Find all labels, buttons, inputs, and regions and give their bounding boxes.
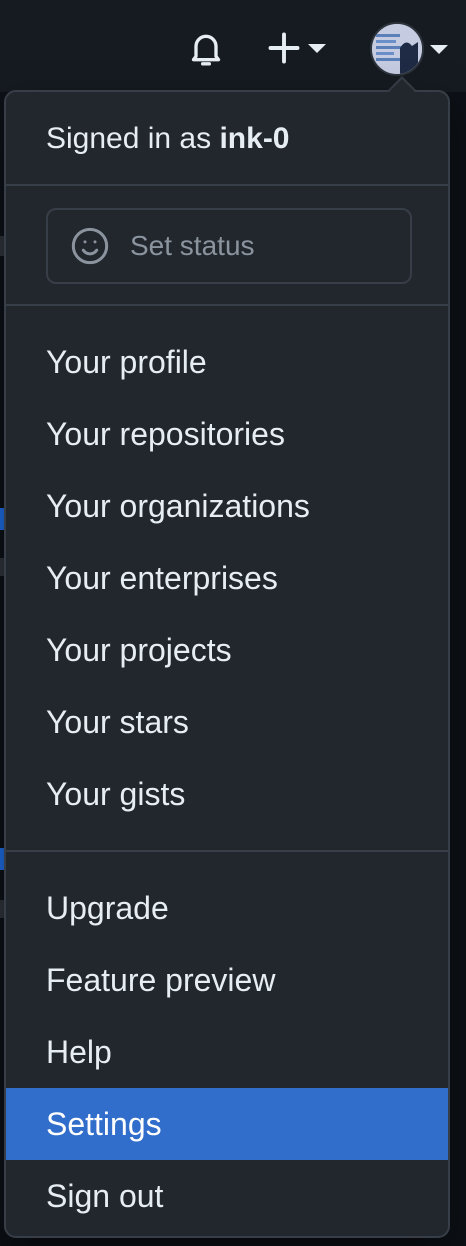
user-menu-button[interactable]	[370, 20, 456, 78]
create-new-button[interactable]	[266, 26, 340, 70]
divider	[6, 850, 448, 852]
page: Signed in as ink-0 Set status Your profi…	[0, 0, 466, 1246]
set-status-label: Set status	[130, 230, 255, 261]
set-status-button[interactable]: Set status	[46, 208, 412, 284]
bell-icon	[191, 34, 221, 66]
smiley-icon	[70, 226, 110, 266]
menu-item-your-profile[interactable]: Your profile	[6, 326, 448, 398]
chevron-down-icon	[430, 44, 448, 54]
username: ink-0	[219, 122, 290, 155]
menu-item-your-enterprises[interactable]: Your enterprises	[6, 542, 448, 614]
menu-item-your-gists[interactable]: Your gists	[6, 758, 448, 830]
menu-item-your-projects[interactable]: Your projects	[6, 614, 448, 686]
divider	[6, 184, 448, 186]
dropdown-caret-fill	[388, 79, 416, 93]
notifications-button[interactable]	[184, 26, 228, 70]
menu-item-help[interactable]: Help	[6, 1016, 448, 1088]
menu-item-sign-out[interactable]: Sign out	[6, 1160, 448, 1232]
menu-item-upgrade[interactable]: Upgrade	[6, 872, 448, 944]
signed-in-prefix: Signed in as	[46, 122, 212, 155]
user-dropdown-menu: Signed in as ink-0 Set status Your profi…	[4, 90, 450, 1238]
signed-in-label: Signed in as ink-0	[46, 122, 290, 156]
menu-item-your-stars[interactable]: Your stars	[6, 686, 448, 758]
plus-icon	[268, 32, 300, 64]
divider	[6, 304, 448, 306]
menu-item-settings[interactable]: Settings	[6, 1088, 448, 1160]
avatar	[370, 22, 424, 76]
chevron-down-icon	[308, 43, 326, 53]
menu-item-your-repositories[interactable]: Your repositories	[6, 398, 448, 470]
menu-item-your-organizations[interactable]: Your organizations	[6, 470, 448, 542]
menu-item-feature-preview[interactable]: Feature preview	[6, 944, 448, 1016]
